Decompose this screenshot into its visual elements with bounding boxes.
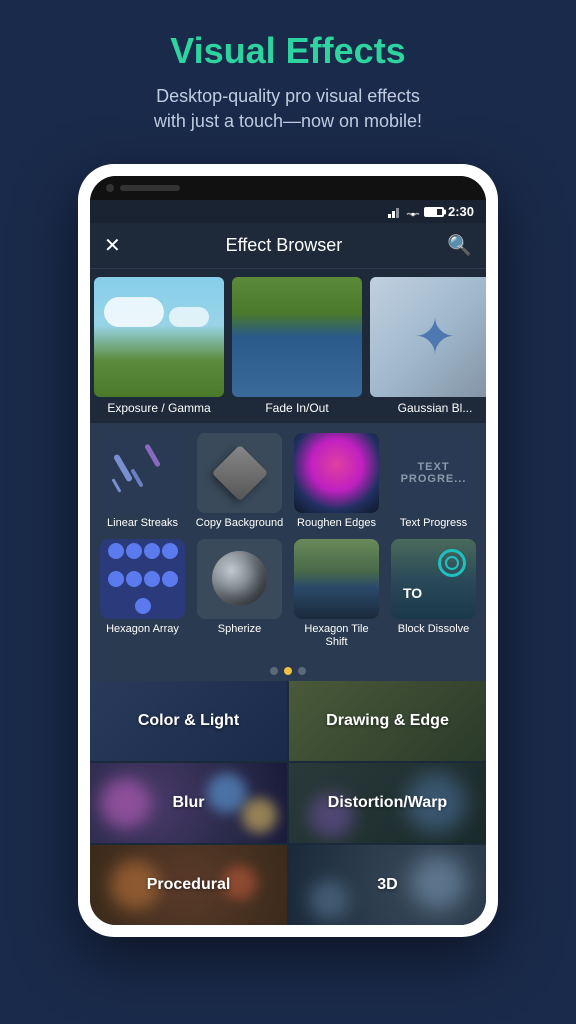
effect-label-linear-streaks: Linear Streaks <box>98 517 187 530</box>
effect-label-roughen-edges: Roughen Edges <box>292 517 381 530</box>
effect-item-hex-tile-shift[interactable]: Hexagon Tile Shift <box>292 539 381 649</box>
effect-item-block-dissolve[interactable]: TO Block Dissolve <box>389 539 478 649</box>
effect-item-copy-background[interactable]: Copy Background <box>195 433 284 530</box>
effect-item-spherize[interactable]: Spherize <box>195 539 284 649</box>
thumb-roughen-edges <box>294 433 379 513</box>
effect-label-text-progress: Text Progress <box>389 517 478 530</box>
category-label-drawing-edge: Drawing & Edge <box>326 712 449 730</box>
status-icons: 2:30 <box>388 204 474 219</box>
blur-decoration-3 <box>242 798 277 833</box>
status-bar: 2:30 <box>90 200 486 223</box>
effect-label-hexagon-array: Hexagon Array <box>98 623 187 636</box>
featured-label-fade: Fade In/Out <box>232 401 362 415</box>
page-subtitle: Desktop-quality pro visual effectswith j… <box>20 84 556 134</box>
battery-icon <box>424 207 444 217</box>
3d-decoration-2 <box>309 880 349 920</box>
sphere-shape <box>212 551 267 606</box>
featured-item-gaussian[interactable]: ✦ Gaussian Bl... <box>370 277 486 415</box>
categories-grid: Color & Light Drawing & Edge Blur Distor… <box>90 681 486 925</box>
header-section: Visual Effects Desktop-quality pro visua… <box>0 0 576 154</box>
app-header: ✕ Effect Browser 🔍 <box>90 223 486 269</box>
category-label-blur: Blur <box>173 794 205 812</box>
status-time: 2:30 <box>448 204 474 219</box>
category-label-distortion-warp: Distortion/Warp <box>328 794 447 812</box>
effect-label-block-dissolve: Block Dissolve <box>389 623 478 636</box>
blur-decoration-2 <box>207 773 247 813</box>
category-label-procedural: Procedural <box>147 876 231 894</box>
featured-row: Exposure / Gamma Fade In/Out ✦ Gaussian … <box>90 269 486 423</box>
page-title: Visual Effects <box>20 30 556 72</box>
phone-mockup: 2:30 ✕ Effect Browser 🔍 Exposure / Gamma… <box>78 164 498 937</box>
thumb-hex-tile-shift <box>294 539 379 619</box>
thumb-linear-streaks <box>100 433 185 513</box>
star-shape: ✦ <box>414 308 456 366</box>
effect-browser-title: Effect Browser <box>226 235 343 256</box>
featured-thumb-fade <box>232 277 362 397</box>
effect-label-copy-background: Copy Background <box>195 517 284 530</box>
thumb-hexagon-array <box>100 539 185 619</box>
featured-label-gaussian: Gaussian Bl... <box>370 401 486 415</box>
pagination-dot-1[interactable] <box>270 667 278 675</box>
effect-item-hexagon-array[interactable]: Hexagon Array <box>98 539 187 649</box>
effect-label-hex-tile-shift: Hexagon Tile Shift <box>292 623 381 649</box>
featured-item-exposure[interactable]: Exposure / Gamma <box>94 277 224 415</box>
thumb-text-progress: TEXT PROGRE... <box>391 433 476 513</box>
text-progress-label2: PROGRE... <box>401 473 467 485</box>
pagination-dot-2[interactable] <box>284 667 292 675</box>
effect-item-linear-streaks[interactable]: Linear Streaks <box>98 433 187 530</box>
phone-camera <box>106 184 114 192</box>
pagination-dots <box>90 659 486 681</box>
featured-thumb-exposure <box>94 277 224 397</box>
category-color-light[interactable]: Color & Light <box>90 681 287 761</box>
close-button[interactable]: ✕ <box>104 233 121 258</box>
effect-item-roughen-edges[interactable]: Roughen Edges <box>292 433 381 530</box>
search-button[interactable]: 🔍 <box>447 233 472 258</box>
dissolve-to-label: TO <box>403 585 422 601</box>
3d-decoration-1 <box>411 855 466 910</box>
wifi-icon <box>406 206 420 218</box>
category-label-3d: 3D <box>377 876 397 894</box>
featured-item-fade[interactable]: Fade In/Out <box>232 277 362 415</box>
phone-speaker <box>120 185 180 191</box>
effect-label-spherize: Spherize <box>195 623 284 636</box>
text-progress-label: TEXT <box>417 461 449 473</box>
category-distortion-warp[interactable]: Distortion/Warp <box>289 763 486 843</box>
blur-decoration-1 <box>100 778 150 828</box>
signal-icon <box>388 206 402 218</box>
category-blur[interactable]: Blur <box>90 763 287 843</box>
thumb-block-dissolve: TO <box>391 539 476 619</box>
thumb-copy-background <box>197 433 282 513</box>
effects-grid: Linear Streaks Copy Background <box>98 433 478 649</box>
pagination-dot-3[interactable] <box>298 667 306 675</box>
effects-grid-section: Linear Streaks Copy Background <box>90 423 486 659</box>
effect-item-text-progress[interactable]: TEXT PROGRE... Text Progress <box>389 433 478 530</box>
phone-notch-bar <box>90 176 486 200</box>
category-label-color-light: Color & Light <box>138 712 239 730</box>
thumb-spherize <box>197 539 282 619</box>
category-drawing-edge[interactable]: Drawing & Edge <box>289 681 486 761</box>
category-3d[interactable]: 3D <box>289 845 486 925</box>
category-procedural[interactable]: Procedural <box>90 845 287 925</box>
copy-diamond <box>211 445 268 502</box>
dissolve-circle <box>438 549 466 577</box>
phone-screen: 2:30 ✕ Effect Browser 🔍 Exposure / Gamma… <box>90 176 486 925</box>
featured-thumb-gaussian: ✦ <box>370 277 486 397</box>
phone-notch <box>106 184 180 192</box>
featured-label-exposure: Exposure / Gamma <box>94 401 224 415</box>
